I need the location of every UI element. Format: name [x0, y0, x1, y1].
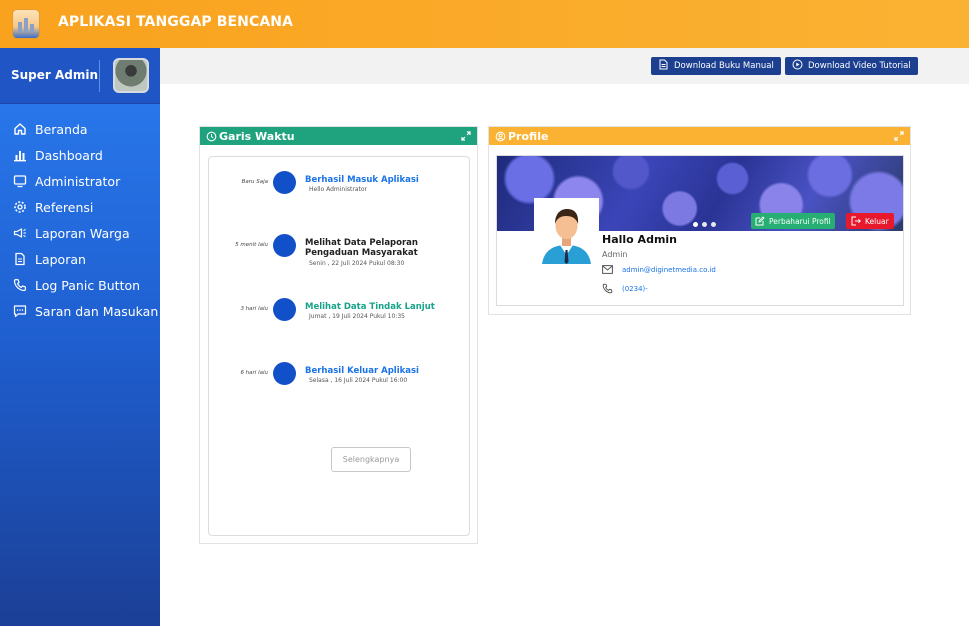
- email-text: admin@diginetmedia.co.id: [622, 265, 716, 274]
- sidebar-item-laporan-warga[interactable]: Laporan Warga: [0, 220, 160, 246]
- timeline-dot: [273, 234, 296, 257]
- timeline-time: 6 hari lalu: [240, 370, 268, 376]
- sidebar-item-beranda[interactable]: Beranda: [0, 116, 160, 142]
- sidebar-item-label: Administrator: [35, 173, 121, 189]
- profile-header: Profile: [489, 127, 910, 145]
- document-icon: [12, 252, 27, 267]
- timeline-header: Garis Waktu: [200, 127, 477, 145]
- timeline-title: Berhasil Masuk Aplikasi: [305, 175, 419, 185]
- carousel-dot[interactable]: [702, 222, 707, 227]
- logout-icon: [851, 216, 865, 226]
- carousel-dots[interactable]: [693, 222, 716, 227]
- phone-text: (0234)-: [622, 284, 648, 293]
- timeline-time: Baru Saja: [241, 179, 268, 185]
- logout-button[interactable]: Keluar: [846, 213, 894, 229]
- profile-title: Profile: [508, 129, 549, 143]
- clock-icon: [206, 131, 217, 142]
- profile-phone[interactable]: (0234)-: [602, 283, 648, 294]
- timeline-dot: [273, 362, 296, 385]
- action-bar: Download Buku Manual Download Video Tuto…: [160, 48, 969, 84]
- gear-icon: [12, 200, 27, 215]
- sidebar-item-label: Log Panic Button: [35, 277, 141, 293]
- timeline-subtitle: Senin , 22 Juli 2024 Pukul 08:30: [309, 260, 405, 267]
- sidebar-nav: Beranda Dashboard Administrator Referens…: [0, 104, 160, 324]
- sidebar-item-administrator[interactable]: Administrator: [0, 168, 160, 194]
- timeline-subtitle: Hello Administrator: [309, 186, 368, 193]
- sidebar-item-label: Laporan: [35, 251, 86, 267]
- main-content: Download Buku Manual Download Video Tuto…: [160, 48, 969, 626]
- phone-icon: [12, 278, 27, 293]
- expand-icon[interactable]: [893, 130, 905, 142]
- user-name: Super Admin: [11, 68, 99, 82]
- bar-chart-icon: [12, 148, 27, 163]
- profile-role: Admin: [602, 250, 628, 259]
- sidebar-item-label: Saran dan Masukan: [35, 303, 159, 319]
- phone-icon: [602, 283, 622, 294]
- timeline-time: 5 menit lalu: [235, 242, 268, 248]
- user-circle-icon: [495, 131, 506, 142]
- profile-name: Hallo Admin: [602, 233, 678, 246]
- carousel-dot[interactable]: [693, 222, 698, 227]
- profile-avatar: [534, 198, 599, 266]
- more-button[interactable]: Selengkapnya: [331, 447, 411, 472]
- sidebar-item-log-panic-button[interactable]: Log Panic Button: [0, 272, 160, 298]
- document-icon: [658, 59, 674, 73]
- profile-card: Perbaharui Profil Keluar Hallo Admin Adm…: [496, 155, 904, 306]
- chat-icon: [12, 304, 27, 319]
- timeline-time: 3 hari lalu: [240, 306, 268, 312]
- timeline-subtitle: Jumat , 19 Juli 2024 Pukul 10:35: [309, 313, 405, 320]
- sidebar-item-dashboard[interactable]: Dashboard: [0, 142, 160, 168]
- timeline-title: Melihat Data Tindak Lanjut: [305, 302, 435, 312]
- timeline-dot: [273, 171, 296, 194]
- monitor-icon: [12, 174, 27, 189]
- timeline-title: Berhasil Keluar Aplikasi: [305, 366, 419, 376]
- download-manual-label: Download Buku Manual: [674, 61, 774, 71]
- play-circle-icon: [792, 59, 808, 73]
- sidebar-item-label: Laporan Warga: [35, 225, 130, 241]
- download-video-button[interactable]: Download Video Tutorial: [785, 57, 918, 75]
- sidebar-item-saran-dan-masukan[interactable]: Saran dan Masukan: [0, 298, 160, 324]
- timeline-item: 5 menit lalu Melihat Data Pelaporan Peng…: [209, 234, 471, 274]
- timeline-title: Garis Waktu: [219, 129, 295, 143]
- app-logo[interactable]: [12, 9, 40, 39]
- timeline-item: 3 hari lalu Melihat Data Tindak Lanjut J…: [209, 298, 471, 338]
- mail-icon: [602, 265, 622, 274]
- logout-label: Keluar: [865, 216, 889, 226]
- app-title: APLIKASI TANGGAP BENCANA: [58, 14, 294, 30]
- sidebar-user-panel: Super Admin: [0, 48, 160, 104]
- download-manual-button[interactable]: Download Buku Manual: [651, 57, 781, 75]
- profile-email[interactable]: admin@diginetmedia.co.id: [602, 265, 716, 274]
- timeline-panel: Garis Waktu Baru Saja Berhasil Masuk Apl…: [199, 126, 478, 544]
- sidebar: Super Admin Beranda Dashboard Administra…: [0, 48, 160, 626]
- sidebar-item-laporan[interactable]: Laporan: [0, 246, 160, 272]
- timeline-item: 6 hari lalu Berhasil Keluar Aplikasi Sel…: [209, 362, 471, 402]
- update-profile-button[interactable]: Perbaharui Profil: [751, 213, 835, 229]
- carousel-dot[interactable]: [711, 222, 716, 227]
- avatar[interactable]: [113, 58, 149, 93]
- timeline-title: Melihat Data Pelaporan Pengaduan Masyara…: [305, 238, 418, 258]
- edit-icon: [755, 216, 769, 226]
- timeline-item: Baru Saja Berhasil Masuk Aplikasi Hello …: [209, 171, 471, 211]
- home-icon: [12, 122, 27, 137]
- timeline-card: Baru Saja Berhasil Masuk Aplikasi Hello …: [208, 156, 470, 536]
- update-profile-label: Perbaharui Profil: [769, 216, 831, 226]
- sidebar-item-label: Beranda: [35, 121, 88, 137]
- sidebar-item-referensi[interactable]: Referensi: [0, 194, 160, 220]
- download-video-label: Download Video Tutorial: [808, 61, 911, 71]
- sidebar-item-label: Referensi: [35, 199, 94, 215]
- sidebar-item-label: Dashboard: [35, 147, 103, 163]
- megaphone-icon: [12, 226, 27, 241]
- timeline-subtitle: Selasa , 16 Juli 2024 Pukul 16:00: [309, 377, 408, 384]
- timeline-dot: [273, 298, 296, 321]
- divider: [99, 60, 100, 92]
- expand-icon[interactable]: [460, 130, 472, 142]
- top-bar: APLIKASI TANGGAP BENCANA: [0, 0, 969, 48]
- profile-panel: Profile Perbaharui Profil Keluar Hallo A…: [488, 126, 911, 315]
